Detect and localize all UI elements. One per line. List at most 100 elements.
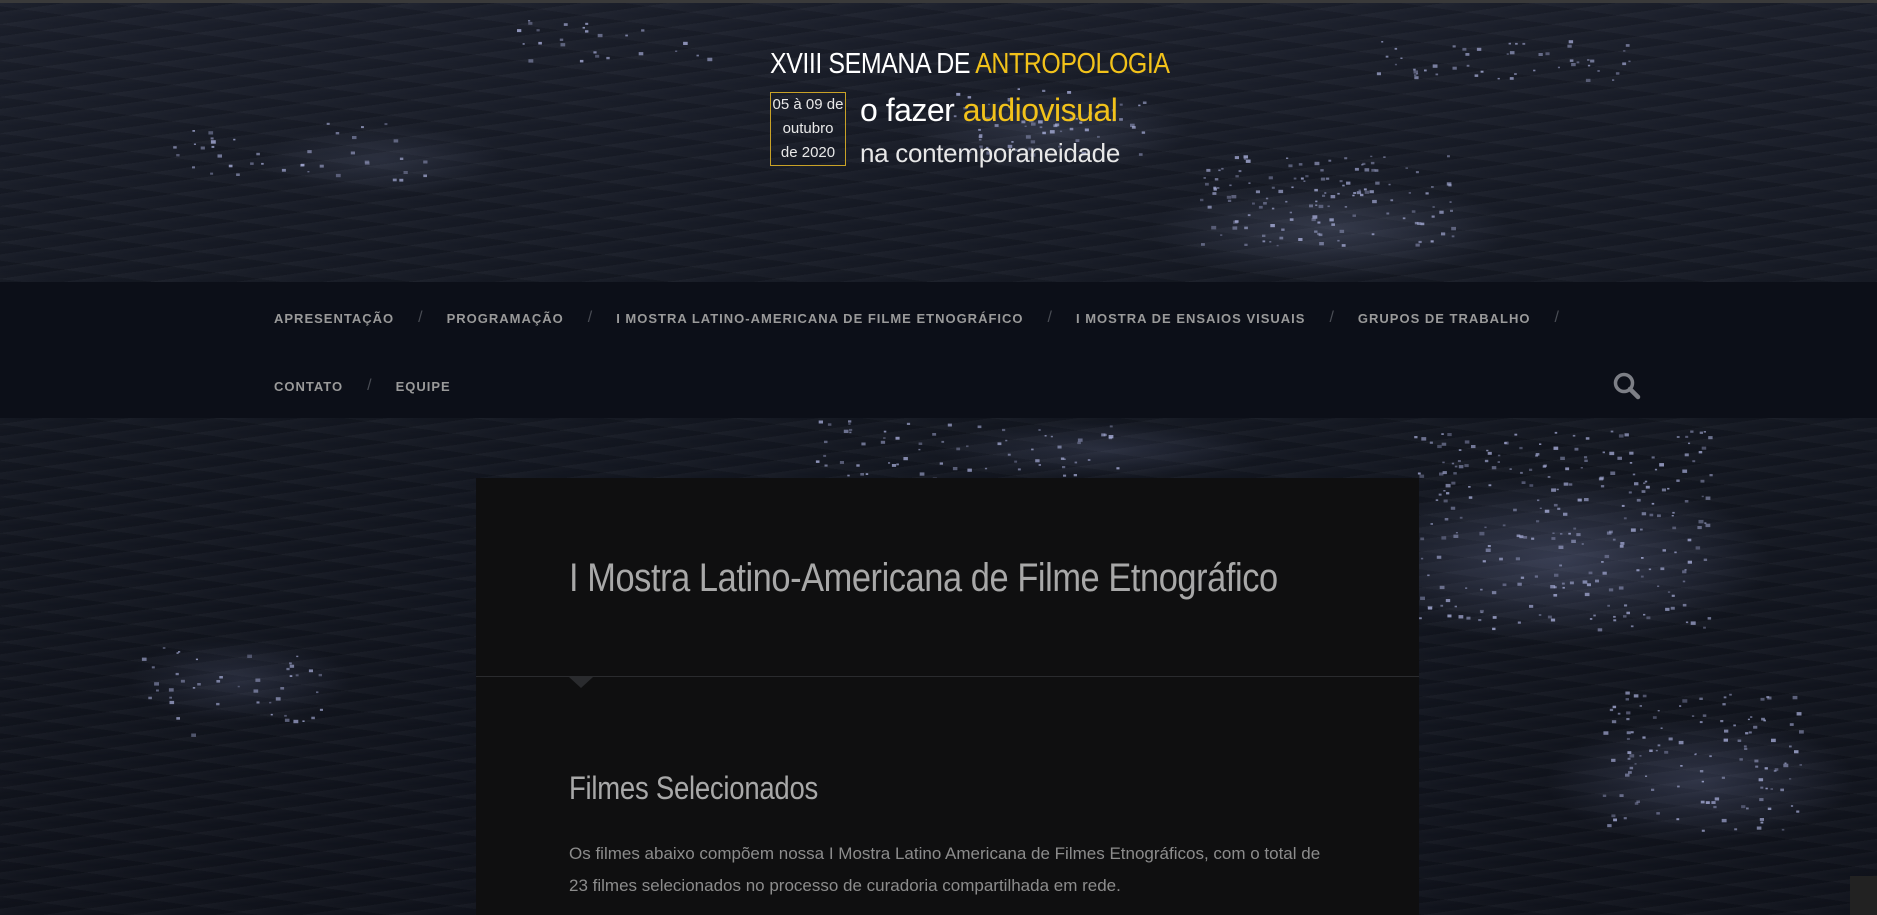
water-sparkle	[1759, 818, 1764, 821]
water-sparkle	[261, 162, 264, 165]
water-sparkle	[1413, 68, 1416, 71]
water-sparkle	[1641, 512, 1647, 516]
corner-widget	[1850, 876, 1877, 915]
water-sparkle	[1701, 446, 1707, 450]
water-sparkle	[1641, 490, 1646, 493]
water-sparkle	[1364, 190, 1370, 194]
section-text: Os filmes abaixo compõem nossa I Mostra …	[569, 844, 1321, 895]
water-sparkle	[1447, 433, 1452, 437]
water-sparkle	[1664, 750, 1669, 754]
site-logo[interactable]: XVIII SEMANA DE ANTROPOLOGIA 05 à 09 de …	[768, 48, 1170, 173]
water-sparkle	[1554, 573, 1559, 577]
water-sparkle	[843, 429, 849, 433]
water-sparkle	[236, 173, 240, 176]
date-line-1: 05 à 09 de	[772, 96, 844, 113]
water-sparkle	[1342, 184, 1345, 187]
water-sparkle	[210, 137, 214, 140]
water-sparkle	[1400, 57, 1403, 59]
water-sparkle	[1684, 569, 1687, 571]
water-sparkle	[1789, 723, 1794, 726]
water-sparkle	[1667, 591, 1671, 593]
logo-subtitle-prefix: o fazer	[860, 92, 963, 128]
water-sparkle	[1690, 621, 1696, 625]
water-sparkle	[1533, 69, 1536, 72]
water-sparkle	[1502, 583, 1507, 587]
water-sparkle	[1141, 131, 1146, 134]
water-sparkle	[1630, 528, 1636, 532]
water-sparkle	[1300, 177, 1304, 180]
water-sparkle	[1440, 604, 1444, 607]
nav-item-equipe[interactable]: EQUIPE	[396, 379, 451, 394]
water-sparkle	[286, 667, 290, 671]
water-sparkle	[1723, 738, 1728, 742]
logo-title: XVIII SEMANA DE ANTROPOLOGIA	[770, 48, 1170, 81]
water-sparkle	[847, 474, 850, 477]
water-sparkle	[1584, 456, 1588, 459]
water-sparkle	[1558, 545, 1564, 549]
water-sparkle	[1487, 545, 1491, 548]
water-sparkle	[1364, 168, 1370, 172]
water-sparkle	[1634, 482, 1639, 486]
water-sparkle	[1613, 615, 1616, 618]
search-button[interactable]	[1611, 370, 1643, 402]
nav-item-grupos-de-trabalho[interactable]: GRUPOS DE TRABALHO	[1358, 311, 1531, 326]
water-sparkle	[316, 691, 319, 694]
water-sparkle	[1760, 697, 1765, 701]
water-sparkle	[641, 29, 645, 32]
water-sparkle	[1442, 471, 1447, 475]
water-sparkle	[528, 20, 531, 22]
water-sparkle	[1698, 451, 1703, 454]
water-sparkle	[1311, 218, 1316, 222]
water-sparkle	[1303, 180, 1306, 182]
water-sparkle	[1609, 530, 1613, 534]
water-sparkle	[1790, 805, 1794, 807]
water-sparkle	[1320, 177, 1326, 181]
nav-item-mostra-ensaios-visuais[interactable]: I MOSTRA DE ENSAIOS VISUAIS	[1076, 311, 1306, 326]
water-sparkle	[1636, 498, 1641, 502]
water-sparkle	[1443, 490, 1446, 492]
nav-item-mostra-filme-etnografico[interactable]: I MOSTRA LATINO-AMERICANA DE FILME ETNOG…	[616, 311, 1023, 326]
water-sparkle	[1584, 592, 1590, 597]
water-sparkle	[403, 171, 408, 174]
water-sparkle	[1450, 506, 1456, 510]
water-sparkle	[1552, 532, 1555, 534]
water-sparkle	[1371, 233, 1375, 236]
water-sparkle	[538, 41, 542, 45]
nav-item-contato[interactable]: CONTATO	[274, 379, 343, 394]
water-sparkle	[1729, 693, 1732, 696]
water-sparkle	[1573, 527, 1577, 530]
water-sparkle	[1063, 458, 1066, 460]
water-sparkle	[1464, 464, 1469, 468]
water-sparkle	[896, 463, 899, 466]
water-sparkle	[1408, 192, 1411, 194]
page-title: I Mostra Latino-Americana de Filme Etnog…	[569, 556, 1278, 600]
water-sparkle	[1724, 729, 1729, 733]
nav-item-programacao[interactable]: PROGRAMAÇÃO	[447, 311, 564, 326]
water-sparkle	[1466, 64, 1470, 67]
water-sparkle	[625, 34, 628, 37]
water-sparkle	[1459, 516, 1463, 519]
water-sparkle	[1205, 182, 1209, 186]
water-sparkle	[1672, 526, 1677, 530]
water-sparkle	[1682, 570, 1687, 574]
water-sparkle	[1248, 182, 1251, 184]
water-sparkle	[1560, 456, 1565, 460]
water-sparkle	[1671, 594, 1675, 597]
nav-item-apresentacao[interactable]: APRESENTAÇÃO	[274, 311, 394, 326]
water-sparkle	[1458, 465, 1464, 469]
water-sparkle	[1568, 40, 1574, 44]
water-sparkle	[1370, 155, 1373, 158]
water-sparkle	[1699, 721, 1703, 724]
water-sparkle	[1611, 758, 1616, 762]
water-sparkle	[1235, 175, 1239, 178]
water-sparkle	[1329, 218, 1334, 222]
water-sparkle	[1484, 459, 1489, 463]
water-sparkle	[1577, 498, 1582, 502]
water-sparkle	[528, 59, 534, 63]
water-sparkle	[1372, 199, 1377, 204]
water-sparkle	[1031, 448, 1034, 451]
water-sparkle	[1544, 509, 1550, 513]
water-sparkle	[1509, 468, 1512, 470]
water-sparkle	[1439, 210, 1444, 214]
water-sparkle	[1758, 778, 1764, 782]
